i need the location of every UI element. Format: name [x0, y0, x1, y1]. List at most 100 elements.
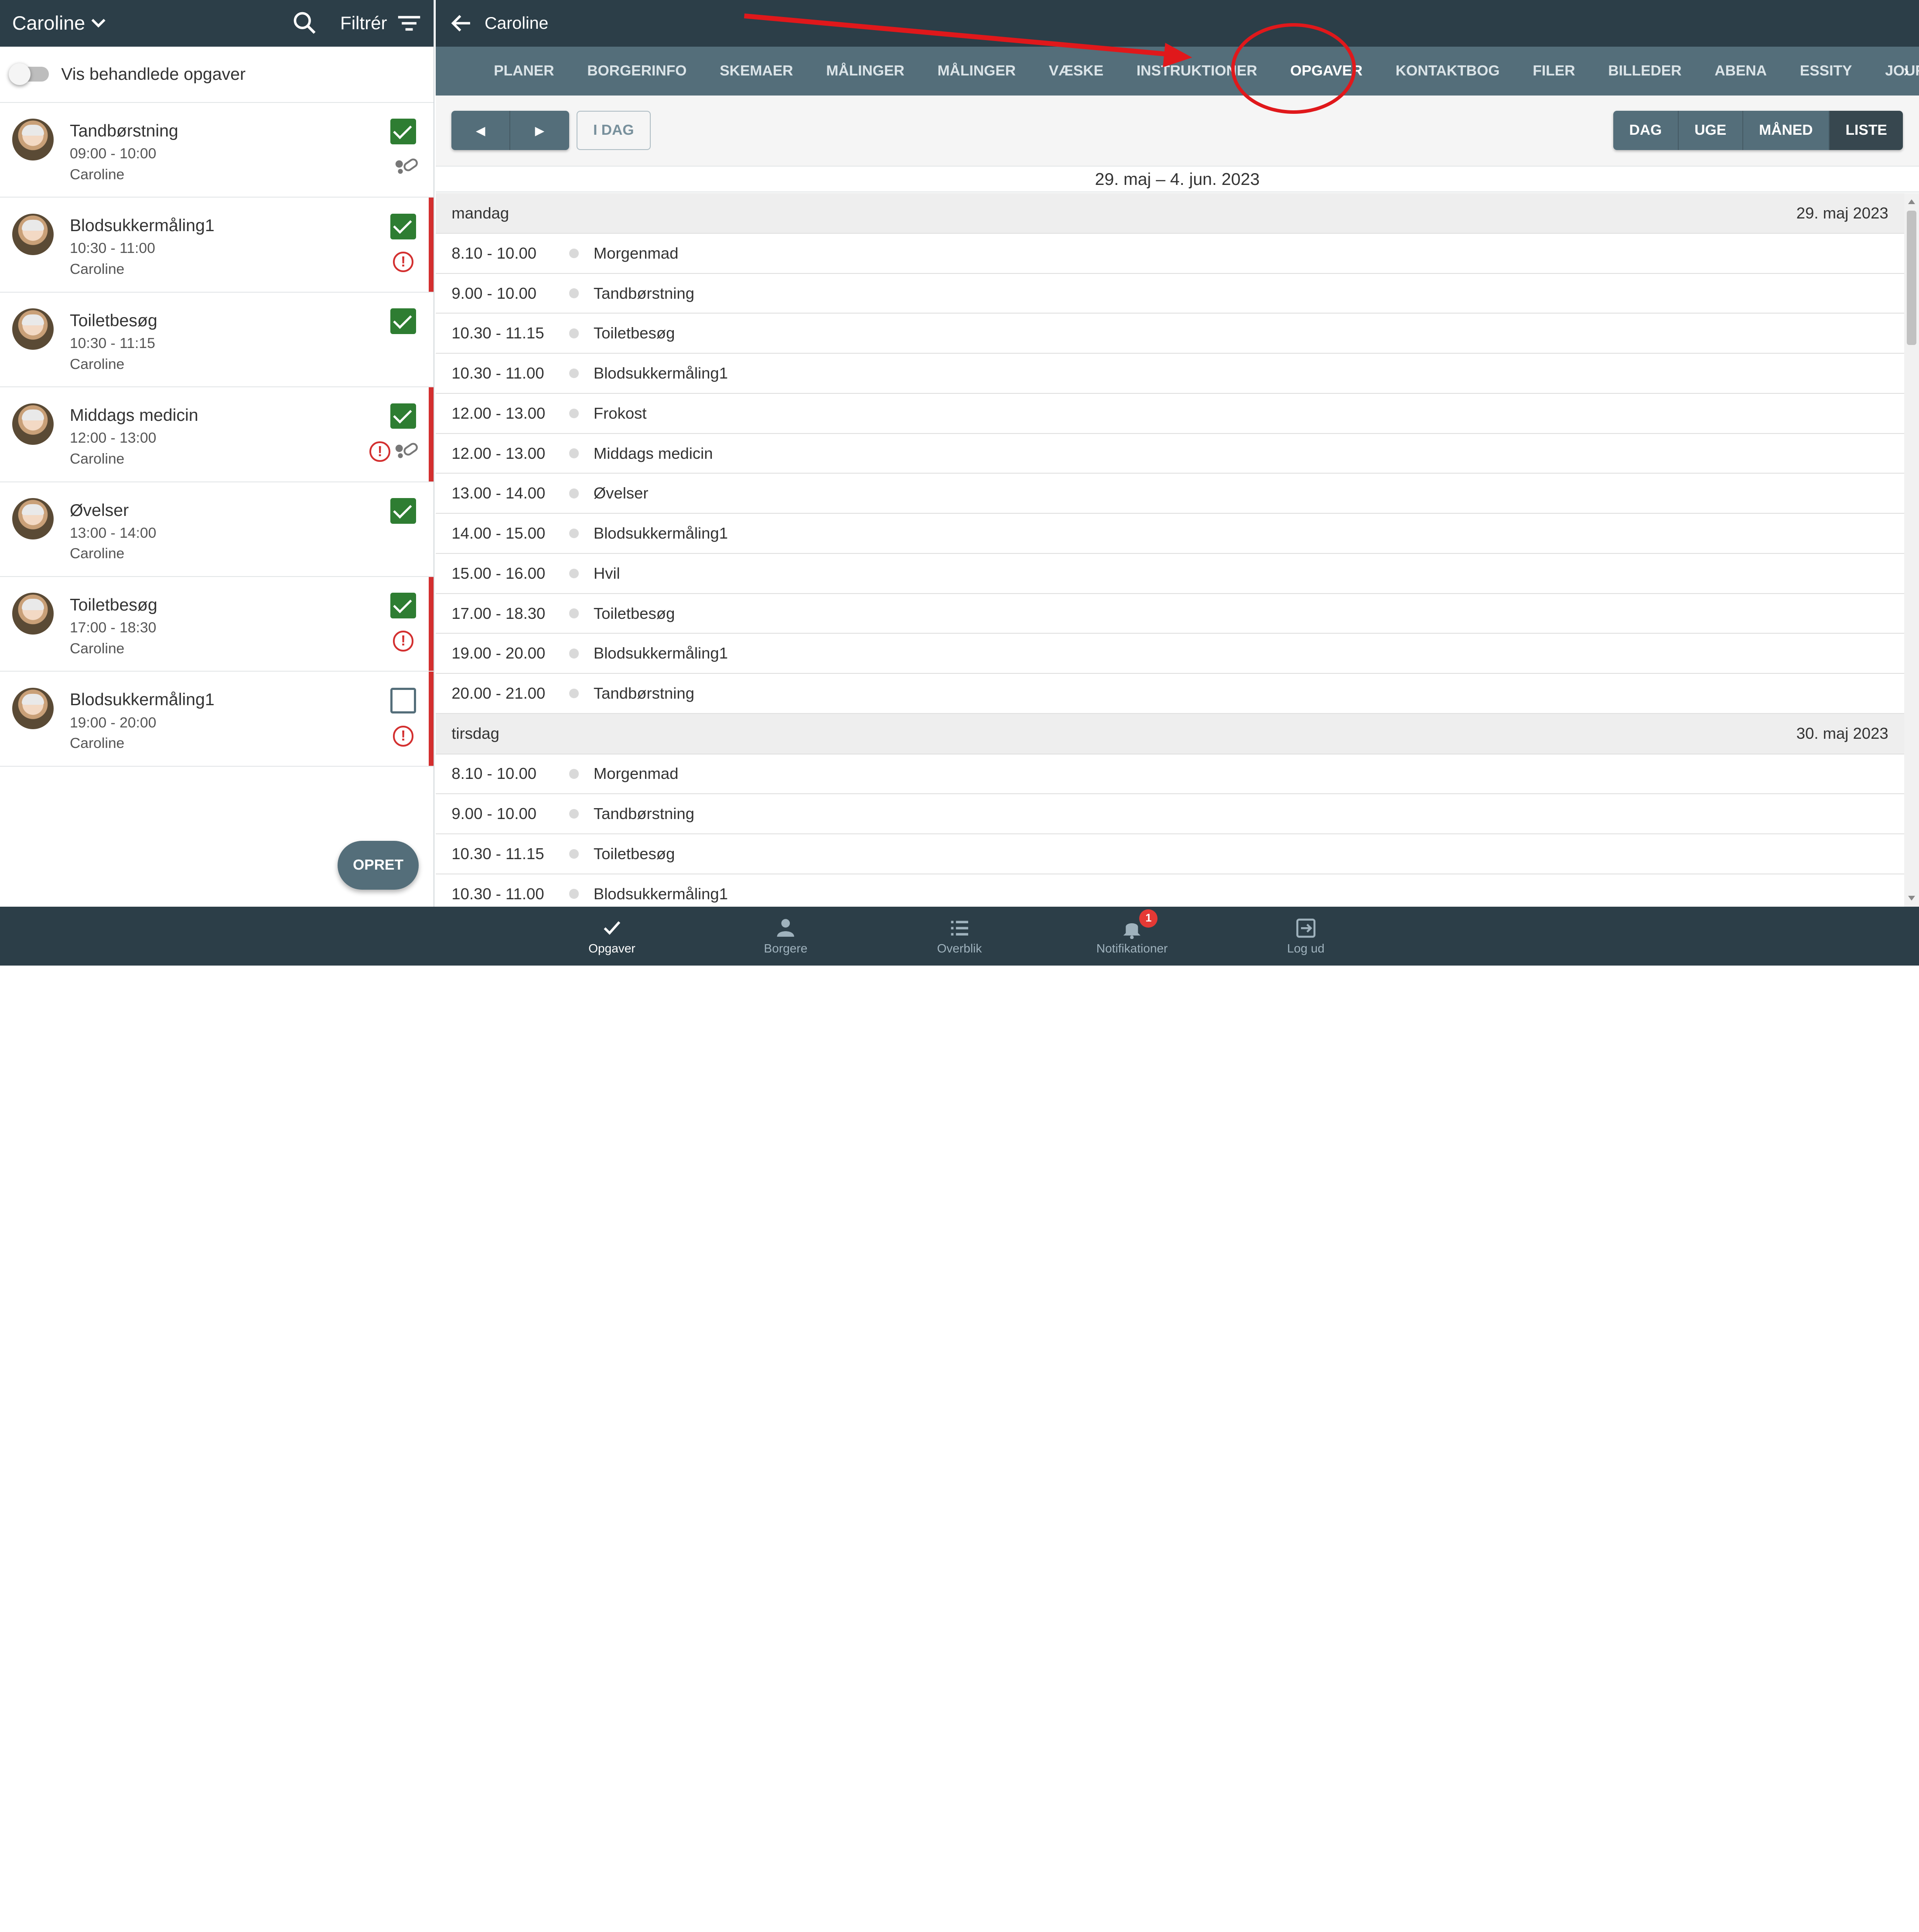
tab-filer[interactable]: FILER	[1516, 63, 1591, 79]
task-title: Øvelser	[69, 500, 129, 520]
event-dot	[569, 288, 579, 298]
bottom-nav-overblik[interactable]: Overblik	[886, 907, 1033, 966]
event-row[interactable]: 10.30 - 11.00 Blodsukkermåling1	[436, 874, 1904, 907]
tab-essity[interactable]: ESSITY	[1783, 63, 1868, 79]
event-dot	[569, 769, 579, 779]
event-row[interactable]: 8.10 - 10.00 Morgenmad	[435, 754, 1905, 795]
citizen-selector[interactable]: Caroline	[12, 12, 107, 34]
event-row[interactable]: 19.00 - 20.00 Blodsukkermåling1	[435, 634, 1905, 674]
filter-icon	[398, 16, 420, 31]
bottom-nav-label: Overblik	[937, 941, 982, 955]
event-time: 10.30 - 11.15	[451, 324, 544, 342]
overdue-flag	[428, 387, 434, 481]
event-dot	[569, 248, 579, 259]
event-row[interactable]: 10.30 - 11.00 Blodsukkermåling1	[435, 354, 1905, 394]
checked-checkbox[interactable]	[390, 308, 417, 334]
task-item[interactable]: Blodsukkermåling1 10:30 - 11:00 Caroline!	[0, 198, 434, 293]
view-liste-button[interactable]: LISTE	[1830, 111, 1903, 150]
event-time: 15.00 - 16.00	[451, 564, 546, 582]
event-time: 9.00 - 10.00	[451, 284, 537, 302]
task-item[interactable]: Blodsukkermåling1 19:00 - 20:00 Caroline!	[0, 672, 434, 767]
task-time: 09:00 - 10:00	[69, 145, 157, 162]
next-button[interactable]: ▶	[510, 111, 569, 150]
bottom-nav-label: Log ud	[1287, 941, 1325, 955]
task-time: 12:00 - 13:00	[69, 430, 157, 447]
event-row[interactable]: 9.00 - 10.00 Tandbørstning	[435, 794, 1905, 835]
tab-borgerinfo[interactable]: BORGERINFO	[570, 63, 703, 79]
tab-billeder[interactable]: BILLEDER	[1591, 63, 1698, 79]
chevron-right-icon[interactable]: ›	[1903, 61, 1909, 81]
bottom-nav-borgere[interactable]: Borgere	[712, 907, 859, 966]
event-title: Morgenmad	[593, 244, 679, 262]
event-row[interactable]: 17.00 - 18.30 Toiletbesøg	[435, 594, 1905, 634]
tab-abena[interactable]: ABENA	[1698, 63, 1783, 79]
task-panel: Caroline Filtrér Vis behandlede opgaver …	[0, 0, 435, 907]
event-time: 12.00 - 13.00	[451, 404, 546, 422]
event-dot	[569, 608, 579, 618]
event-row[interactable]: 10.30 - 11.15 Toiletbesøg	[435, 314, 1905, 354]
view-uge-button[interactable]: UGE	[1678, 111, 1743, 150]
event-row[interactable]: 13.00 - 14.00 Øvelser	[435, 474, 1905, 514]
day-date: 30. maj 2023	[1796, 724, 1888, 743]
task-owner: Caroline	[69, 546, 125, 562]
checked-checkbox[interactable]	[390, 213, 417, 239]
task-time: 10:30 - 11:00	[69, 240, 155, 257]
bottom-nav-log-ud[interactable]: Log ud	[1233, 907, 1379, 966]
checked-checkbox[interactable]	[390, 498, 417, 524]
event-row[interactable]: 9.00 - 10.00 Tandbørstning	[435, 274, 1905, 314]
tab-journa[interactable]: JOURNA	[1868, 63, 1919, 79]
view-dag-button[interactable]: DAG	[1613, 111, 1679, 150]
citizen-name: Caroline	[12, 12, 85, 34]
avatar	[12, 498, 54, 540]
caret-right-icon: ▶	[535, 123, 545, 137]
bottom-nav-opgaver[interactable]: Opgaver	[539, 907, 686, 966]
task-owner: Caroline	[69, 735, 125, 752]
event-title: Middags medicin	[593, 444, 713, 462]
scroll-up-arrow[interactable]	[1908, 199, 1915, 205]
event-list-scrollbar[interactable]	[1904, 193, 1919, 907]
event-list: mandag 29. maj 2023 8.10 - 10.00 Morgenmad 9…	[435, 193, 1905, 907]
event-row[interactable]: 12.00 - 13.00 Frokost	[435, 394, 1905, 434]
checked-checkbox[interactable]	[390, 593, 417, 619]
task-item[interactable]: Tandbørstning 09:00 - 10:00 Caroline	[0, 103, 434, 198]
task-item[interactable]: Middags medicin 12:00 - 13:00 Caroline!	[0, 387, 434, 482]
today-button[interactable]: I DAG	[576, 111, 651, 150]
event-row[interactable]: 8.10 - 10.00 Morgenmad	[435, 234, 1905, 274]
calendar-panel: Caroline PLANER BORGERINFO SKEMAER MÅLINGER…	[435, 0, 1919, 907]
tab-kontaktbog[interactable]: KONTAKTBOG	[1379, 63, 1516, 79]
search-icon[interactable]	[291, 10, 318, 37]
event-title: Blodsukkermåling1	[593, 644, 728, 662]
event-row[interactable]: 10.30 - 11.15 Toiletbesøg	[435, 834, 1905, 874]
scroll-down-arrow[interactable]	[1908, 896, 1915, 901]
checked-checkbox[interactable]	[390, 119, 417, 145]
event-row[interactable]: 14.00 - 15.00 Blodsukkermåling1	[435, 514, 1905, 554]
back-arrow-icon[interactable]	[451, 12, 473, 34]
checked-checkbox[interactable]	[390, 403, 417, 429]
event-dot	[569, 649, 579, 659]
create-button[interactable]: OPRET	[338, 840, 419, 890]
show-handled-switch[interactable]	[8, 63, 49, 85]
bottom-nav-notifikationer[interactable]: Notifikationer 1	[1059, 907, 1205, 966]
filter-button[interactable]: Filtrér	[340, 13, 421, 34]
view-måned-button[interactable]: MÅNED	[1743, 111, 1830, 150]
unchecked-checkbox[interactable]	[390, 687, 417, 713]
tab-planer[interactable]: PLANER	[477, 63, 570, 79]
prev-button[interactable]: ◀	[451, 111, 511, 150]
task-item[interactable]: Toiletbesøg 10:30 - 11:15 Caroline	[0, 293, 434, 388]
scroll-thumb[interactable]	[1906, 210, 1917, 345]
event-title: Øvelser	[593, 484, 649, 502]
event-row[interactable]: 20.00 - 21.00 Tandbørstning	[435, 674, 1905, 714]
alert-icon: !	[369, 441, 391, 462]
event-title: Tandbørstning	[593, 805, 694, 823]
task-time: 17:00 - 18:30	[69, 620, 157, 636]
list-icon	[951, 920, 968, 935]
avatar	[12, 119, 54, 160]
task-item[interactable]: Toiletbesøg 17:00 - 18:30 Caroline!	[0, 577, 434, 672]
task-item[interactable]: Øvelser 13:00 - 14:00 Caroline	[0, 482, 434, 577]
day-date: 29. maj 2023	[1796, 204, 1888, 222]
event-row[interactable]: 12.00 - 13.00 Middags medicin	[435, 434, 1905, 474]
event-dot	[569, 528, 579, 539]
task-time: 10:30 - 11:15	[69, 335, 155, 352]
task-owner: Caroline	[69, 166, 125, 183]
event-row[interactable]: 15.00 - 16.00 Hvil	[435, 554, 1905, 594]
